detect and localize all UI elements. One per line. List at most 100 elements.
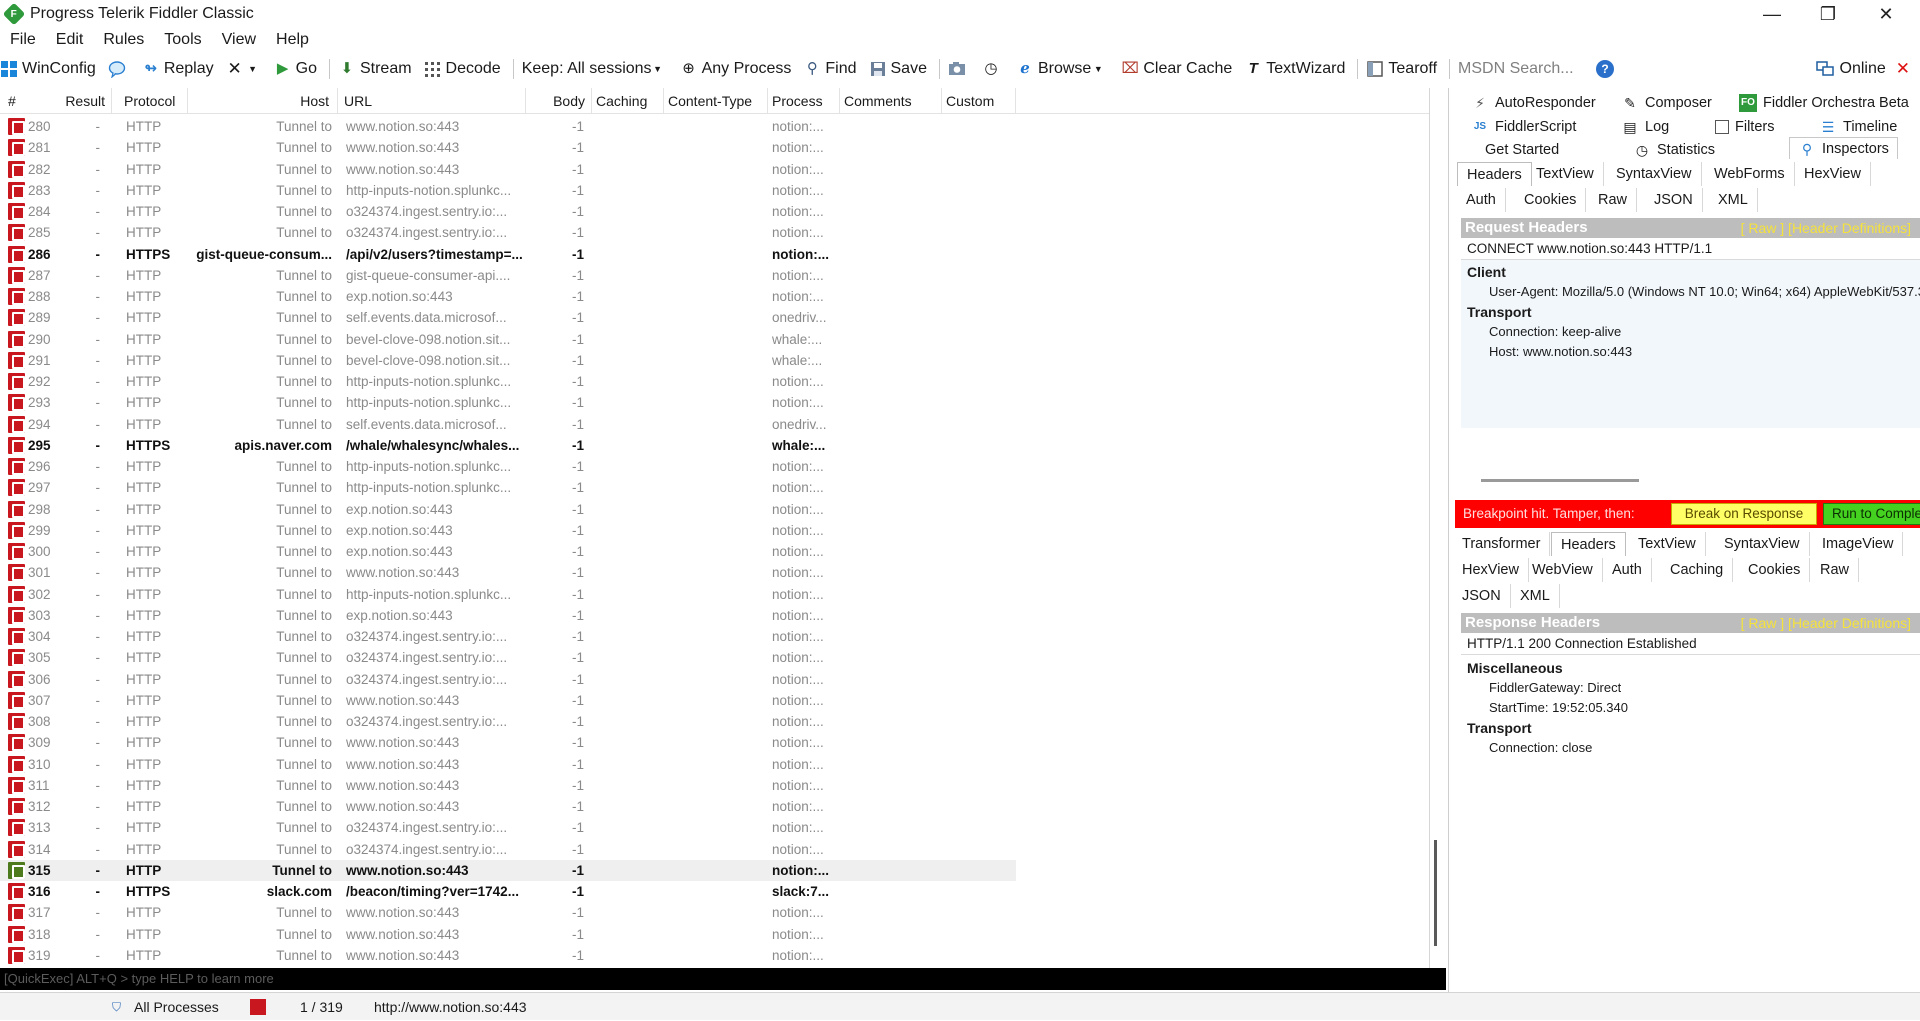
table-row[interactable]: 319 - HTTP Tunnel to www.notion.so:443 -1 noti… bbox=[0, 945, 1016, 966]
table-row[interactable]: 290 - HTTP Tunnel to bevel-clove-098.notion.… bbox=[0, 329, 1016, 350]
request-horizontal-scrollbar[interactable] bbox=[1481, 479, 1639, 482]
resp-tab-textview[interactable]: TextView bbox=[1629, 532, 1706, 556]
table-row[interactable]: 286 - HTTPS gist-queue-consum... /api/v2/use… bbox=[0, 244, 1016, 265]
resp-tab-xml[interactable]: XML bbox=[1511, 584, 1560, 608]
resp-tab-headers[interactable]: Headers bbox=[1551, 532, 1626, 556]
tab-timeline[interactable]: ☰ Timeline bbox=[1819, 116, 1898, 138]
menu-tools[interactable]: Tools bbox=[154, 31, 211, 49]
resp-tab-transformer[interactable]: Transformer bbox=[1453, 532, 1551, 556]
grid-scrollbar[interactable] bbox=[1432, 88, 1446, 948]
close-online-icon[interactable]: ✕ bbox=[1896, 59, 1910, 79]
keep-sessions-dropdown[interactable]: Keep: All sessions ▼ bbox=[522, 60, 668, 78]
resp-tab-raw[interactable]: Raw bbox=[1811, 558, 1860, 582]
menu-help[interactable]: Help bbox=[266, 31, 319, 49]
req-tab-hexview[interactable]: HexView bbox=[1795, 162, 1871, 186]
req-tab-webforms[interactable]: WebForms bbox=[1705, 162, 1795, 186]
table-row[interactable]: 317 - HTTP Tunnel to www.notion.so:443 -1 noti… bbox=[0, 902, 1016, 923]
tab-fiddlerscript[interactable]: JS FiddlerScript bbox=[1471, 116, 1577, 138]
column-content-type[interactable]: Content-Type bbox=[664, 88, 768, 114]
req-tab-xml[interactable]: XML bbox=[1709, 188, 1758, 212]
resp-tab-hexview[interactable]: HexView bbox=[1453, 558, 1529, 582]
decode-button[interactable]: Decode bbox=[424, 60, 501, 78]
online-indicator[interactable]: Online ✕ bbox=[1815, 53, 1910, 84]
tab-composer[interactable]: ✎ Composer bbox=[1621, 92, 1712, 114]
table-row[interactable]: 313 - HTTP Tunnel to o324374.ingest.sentry.i… bbox=[0, 817, 1016, 838]
table-row[interactable]: 293 - HTTP Tunnel to http-inputs-notion.splu… bbox=[0, 392, 1016, 413]
column-number[interactable]: # bbox=[4, 88, 54, 114]
timer-button[interactable]: ◷ bbox=[982, 60, 1004, 78]
quickexec-input[interactable]: [QuickExec] ALT+Q > type HELP to learn m… bbox=[0, 968, 1446, 990]
browse-button[interactable]: ℯ Browse ▼ bbox=[1016, 60, 1109, 78]
menu-edit[interactable]: Edit bbox=[46, 31, 94, 49]
column-caching[interactable]: Caching bbox=[592, 88, 664, 114]
column-result[interactable]: Result bbox=[54, 88, 112, 114]
table-row[interactable]: 305 - HTTP Tunnel to o324374.ingest.sentry.i… bbox=[0, 647, 1016, 668]
stream-button[interactable]: ⬇ Stream bbox=[338, 60, 412, 78]
column-comments[interactable]: Comments bbox=[840, 88, 942, 114]
table-row[interactable]: 311 - HTTP Tunnel to www.notion.so:443 -1 noti… bbox=[0, 775, 1016, 796]
resp-tab-webview[interactable]: WebView bbox=[1523, 558, 1603, 582]
table-row[interactable]: 294 - HTTP Tunnel to self.events.data.micros… bbox=[0, 414, 1016, 435]
tab-get-started[interactable]: Get Started bbox=[1485, 139, 1559, 161]
resp-tab-cookies[interactable]: Cookies bbox=[1739, 558, 1811, 582]
tab-statistics[interactable]: ◷ Statistics bbox=[1633, 139, 1715, 161]
run-to-completion-button[interactable]: Run to Completion bbox=[1823, 503, 1920, 525]
table-row[interactable]: 282 - HTTP Tunnel to www.notion.so:443 -1 noti… bbox=[0, 159, 1016, 180]
table-row[interactable]: 303 - HTTP Tunnel to exp.notion.so:443 -1 noti… bbox=[0, 605, 1016, 626]
tearoff-button[interactable]: Tearoff bbox=[1366, 60, 1437, 78]
column-body[interactable]: Body bbox=[526, 88, 592, 114]
menu-file[interactable]: File bbox=[0, 31, 46, 49]
find-button[interactable]: ⚲ Find bbox=[803, 60, 857, 78]
column-process[interactable]: Process bbox=[768, 88, 840, 114]
resp-tab-imageview[interactable]: ImageView bbox=[1813, 532, 1904, 556]
table-row[interactable]: 280 - HTTP Tunnel to www.notion.so:443 -1 noti… bbox=[0, 116, 1016, 137]
req-tab-cookies[interactable]: Cookies bbox=[1515, 188, 1587, 212]
resp-tab-auth[interactable]: Auth bbox=[1603, 558, 1652, 582]
minimize-button[interactable]: — bbox=[1744, 0, 1800, 28]
clear-cache-button[interactable]: ⌧ Clear Cache bbox=[1121, 60, 1233, 78]
table-row[interactable]: 285 - HTTP Tunnel to o324374.ingest.sentry.i… bbox=[0, 222, 1016, 243]
tab-orchestra[interactable]: FO Fiddler Orchestra Beta bbox=[1739, 92, 1909, 114]
resp-tab-syntaxview[interactable]: SyntaxView bbox=[1715, 532, 1810, 556]
close-button[interactable]: ✕ bbox=[1858, 0, 1914, 28]
table-row[interactable]: 310 - HTTP Tunnel to www.notion.so:443 -1 noti… bbox=[0, 754, 1016, 775]
resp-tab-json[interactable]: JSON bbox=[1453, 584, 1511, 608]
table-row[interactable]: 314 - HTTP Tunnel to o324374.ingest.sentry.i… bbox=[0, 839, 1016, 860]
help-icon[interactable]: ? bbox=[1596, 59, 1615, 78]
replay-button[interactable]: ↬ Replay bbox=[142, 60, 214, 78]
save-button[interactable]: Save bbox=[869, 60, 927, 78]
table-row[interactable]: 289 - HTTP Tunnel to self.events.data.micros… bbox=[0, 307, 1016, 328]
tab-inspectors[interactable]: ⚲ Inspectors bbox=[1789, 137, 1898, 159]
tab-log[interactable]: ▤ Log bbox=[1621, 116, 1669, 138]
column-custom[interactable]: Custom bbox=[942, 88, 1016, 114]
comment-button[interactable] bbox=[108, 60, 130, 79]
table-row[interactable]: 295 - HTTPS apis.naver.com/whale/whalesync/… bbox=[0, 435, 1016, 456]
any-process-button[interactable]: ⊕ Any Process bbox=[680, 60, 791, 78]
table-row[interactable]: 306 - HTTP Tunnel to o324374.ingest.sentry.i… bbox=[0, 669, 1016, 690]
table-row[interactable]: 301 - HTTP Tunnel to www.notion.so:443 -1 noti… bbox=[0, 562, 1016, 583]
table-row[interactable]: 308 - HTTP Tunnel to o324374.ingest.sentry.i… bbox=[0, 711, 1016, 732]
table-row[interactable]: 284 - HTTP Tunnel to o324374.ingest.sentry.i… bbox=[0, 201, 1016, 222]
req-tab-syntaxview[interactable]: SyntaxView bbox=[1607, 162, 1702, 186]
table-row[interactable]: 318 - HTTP Tunnel to www.notion.so:443 -1 noti… bbox=[0, 924, 1016, 945]
table-row[interactable]: 300 - HTTP Tunnel to exp.notion.so:443 -1 noti… bbox=[0, 541, 1016, 562]
table-row[interactable]: 315 - HTTP Tunnel to www.notion.so:443 -1 noti… bbox=[0, 859, 1016, 881]
table-row[interactable]: 283 - HTTP Tunnel to http-inputs-notion.splu… bbox=[0, 180, 1016, 201]
column-url[interactable]: URL bbox=[340, 88, 526, 114]
table-row[interactable]: 316 - HTTPS slack.com/beacon/timing?ver=174… bbox=[0, 881, 1016, 902]
table-row[interactable]: 287 - HTTP Tunnel to gist-queue-consumer-api… bbox=[0, 265, 1016, 286]
req-tab-json[interactable]: JSON bbox=[1645, 188, 1703, 212]
textwizard-button[interactable]: T TextWizard bbox=[1244, 60, 1346, 78]
req-tab-headers[interactable]: Headers bbox=[1457, 162, 1532, 186]
table-row[interactable]: 297 - HTTP Tunnel to http-inputs-notion.splu… bbox=[0, 477, 1016, 498]
process-filter[interactable]: All Processes bbox=[134, 993, 219, 1021]
req-tab-raw[interactable]: Raw bbox=[1589, 188, 1638, 212]
req-tab-textview[interactable]: TextView bbox=[1527, 162, 1604, 186]
req-tab-auth[interactable]: Auth bbox=[1457, 188, 1506, 212]
table-row[interactable]: 298 - HTTP Tunnel to exp.notion.so:443 -1 noti… bbox=[0, 499, 1016, 520]
table-row[interactable]: 291 - HTTP Tunnel to bevel-clove-098.notion.… bbox=[0, 350, 1016, 371]
menu-rules[interactable]: Rules bbox=[93, 31, 154, 49]
table-row[interactable]: 299 - HTTP Tunnel to exp.notion.so:443 -1 noti… bbox=[0, 520, 1016, 541]
menu-view[interactable]: View bbox=[212, 31, 266, 49]
grid-scrollbar-thumb[interactable] bbox=[1434, 840, 1437, 946]
